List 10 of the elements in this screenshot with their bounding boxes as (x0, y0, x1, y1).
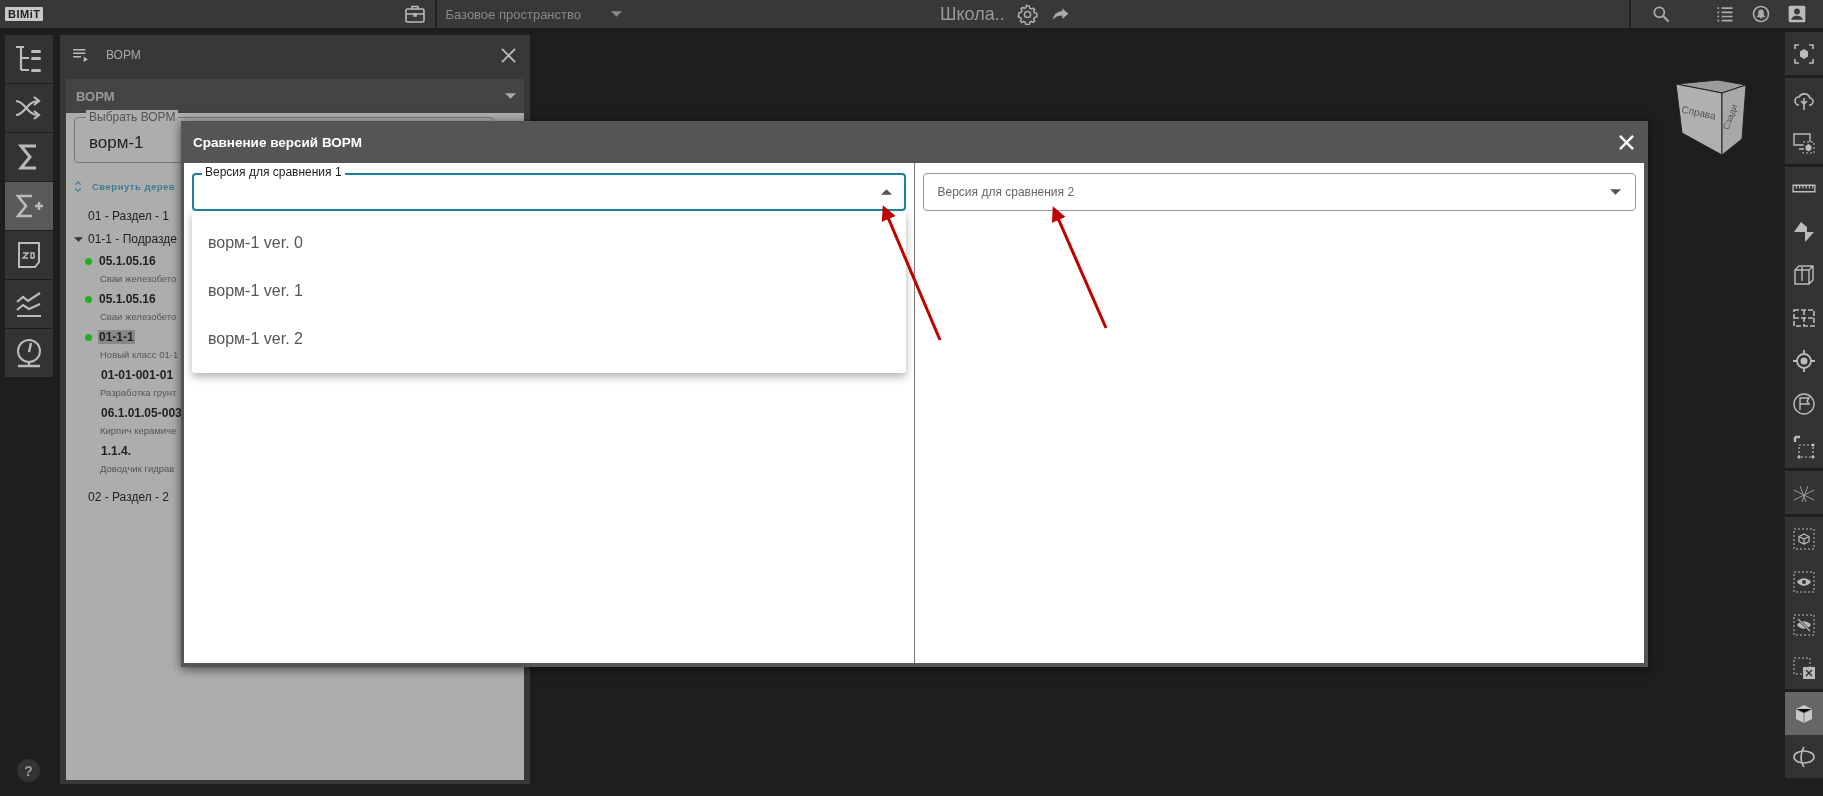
item-description: Новый класс 01-1 (100, 349, 179, 360)
panel-title: ВОРМ (106, 48, 141, 62)
project-title: Школа.. (940, 3, 1005, 25)
item-description: Разработка грунт (100, 387, 177, 398)
item-description: Сваи железобето (100, 273, 177, 284)
dialog-title: Сравнение версий ВОРМ (193, 134, 362, 150)
item-description: Доводчик гидрав (100, 463, 175, 474)
logo: BIMiT (5, 7, 44, 21)
item-description: Кирпич керамиче (100, 425, 177, 436)
item-description: Сваи железобето (100, 311, 177, 322)
